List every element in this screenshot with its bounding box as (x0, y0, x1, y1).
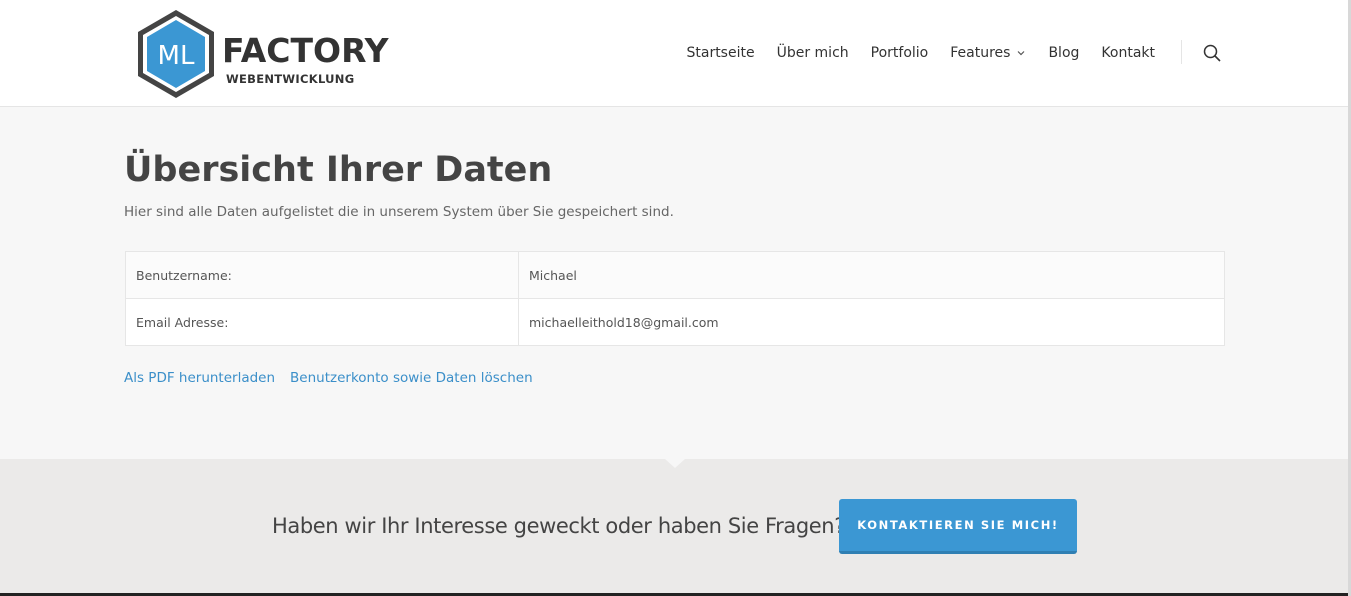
table-cell-key: Benutzername: (125, 251, 519, 299)
site-header: ML FACTORY WEBENTWICKLUNG Startseite Übe… (0, 0, 1351, 107)
section-notch (665, 459, 685, 468)
brand-tagline: WEBENTWICKLUNG (226, 72, 355, 86)
table-row: Benutzername: Michael (125, 251, 1225, 299)
action-links: Als PDF herunterladen Benutzerkonto sowi… (124, 370, 548, 386)
nav-item-features[interactable]: Features (950, 45, 1026, 61)
delete-account-link[interactable]: Benutzerkonto sowie Daten löschen (290, 370, 533, 386)
page-subtitle: Hier sind alle Daten aufgelistet die in … (124, 204, 674, 220)
contact-button[interactable]: KONTAKTIEREN SIE MICH! (839, 499, 1077, 554)
brand-name[interactable]: FACTORY (222, 31, 389, 71)
user-data-table: Benutzername: Michael Email Adresse: mic… (125, 251, 1225, 346)
main-nav: Startseite Über mich Portfolio Features … (664, 43, 1155, 63)
nav-item-startseite[interactable]: Startseite (686, 45, 754, 61)
nav-item-blog[interactable]: Blog (1048, 45, 1079, 61)
cta-text: Haben wir Ihr Interesse geweckt oder hab… (272, 514, 845, 538)
download-pdf-link[interactable]: Als PDF herunterladen (124, 370, 275, 386)
table-cell-key: Email Adresse: (125, 298, 519, 346)
nav-item-features-label: Features (950, 45, 1011, 61)
nav-item-portfolio[interactable]: Portfolio (871, 45, 929, 61)
cta-band: Haben wir Ihr Interesse geweckt oder hab… (0, 459, 1351, 596)
table-cell-value: Michael (518, 251, 1225, 299)
search-icon[interactable] (1203, 44, 1221, 62)
table-row: Email Adresse: michaelleithold18@gmail.c… (125, 298, 1225, 346)
table-cell-value: michaelleithold18@gmail.com (518, 298, 1225, 346)
main-content: Übersicht Ihrer Daten Hier sind alle Dat… (0, 108, 1351, 459)
chevron-down-icon (1018, 51, 1025, 56)
nav-item-kontakt[interactable]: Kontakt (1101, 45, 1155, 61)
svg-text:ML: ML (158, 41, 195, 71)
nav-divider (1181, 40, 1182, 64)
page-title: Übersicht Ihrer Daten (124, 150, 553, 190)
nav-item-ueber-mich[interactable]: Über mich (777, 45, 849, 61)
